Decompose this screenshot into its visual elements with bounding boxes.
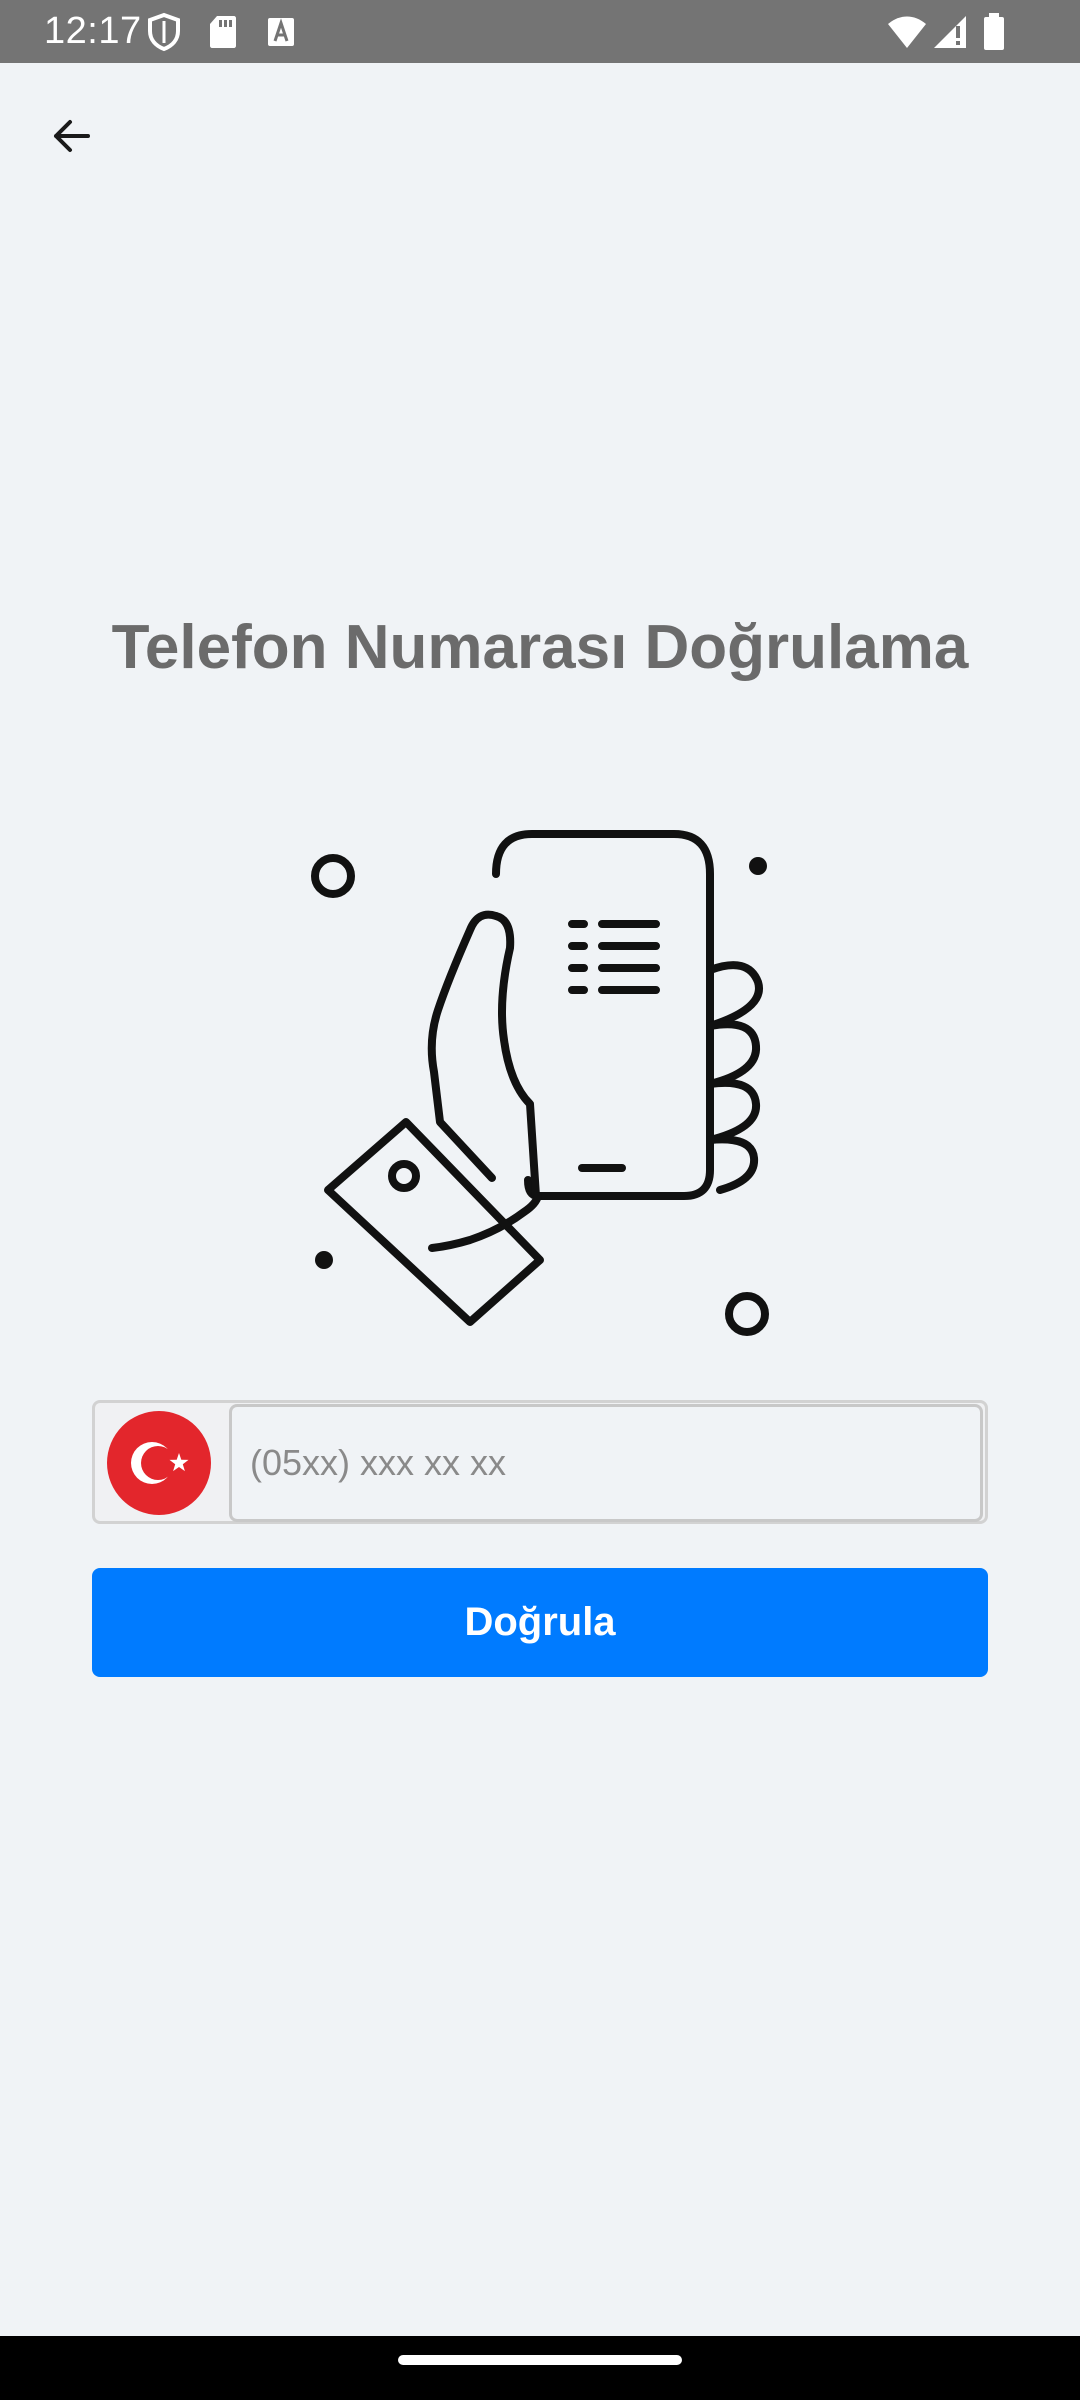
shield-icon — [148, 12, 180, 52]
turkey-flag-icon — [131, 1442, 189, 1484]
page-title: Telefon Numarası Doğrulama — [111, 613, 969, 682]
phone-input-row — [92, 1400, 988, 1524]
verify-button[interactable]: Doğrula — [92, 1568, 988, 1677]
country-flag-button[interactable] — [107, 1411, 211, 1515]
sd-card-icon — [210, 16, 236, 48]
battery-icon — [984, 13, 1004, 50]
back-button[interactable] — [36, 100, 108, 172]
signal-icon — [934, 16, 966, 48]
home-gesture-handle[interactable] — [398, 2355, 682, 2365]
verify-button-label: Doğrula — [464, 1600, 616, 1644]
wifi-icon — [888, 16, 926, 48]
status-time: 12:17 — [44, 10, 142, 52]
arrow-left-icon — [54, 120, 90, 152]
phone-number-input[interactable] — [229, 1404, 983, 1522]
text-badge-icon — [268, 18, 294, 46]
hand-holding-phone-icon — [311, 830, 769, 1336]
status-bar: 12:17 — [0, 0, 1080, 63]
navigation-bar — [0, 2336, 1080, 2400]
